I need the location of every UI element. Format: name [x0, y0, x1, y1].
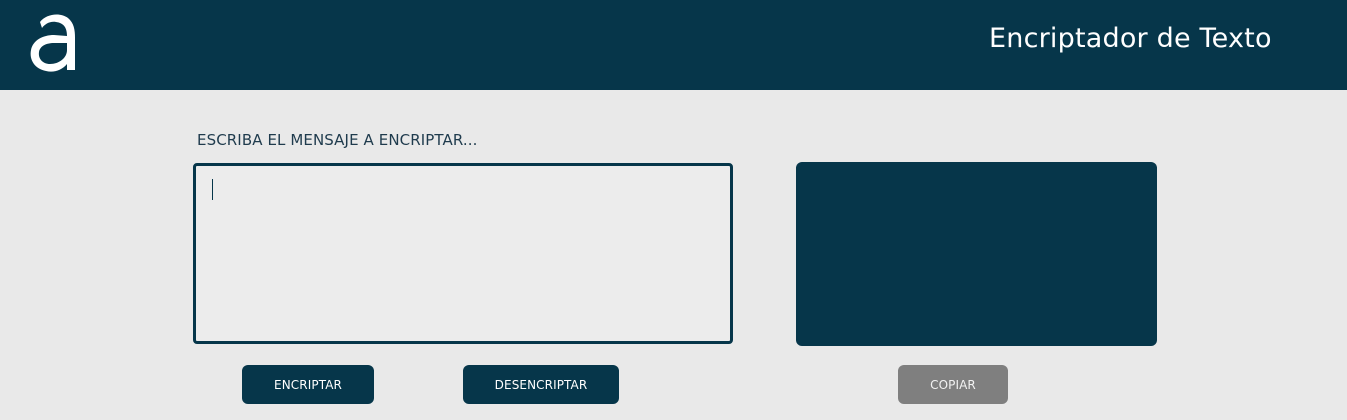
app-header: Encriptador de Texto	[0, 0, 1347, 90]
message-input[interactable]	[196, 166, 730, 341]
result-output-panel	[796, 162, 1157, 346]
app-title: Encriptador de Texto	[989, 23, 1272, 54]
decrypt-button[interactable]: DESENCRIPTAR	[463, 365, 619, 404]
message-input-box[interactable]	[193, 163, 733, 344]
input-prompt-label: ESCRIBA EL MENSAJE A ENCRIPTAR...	[197, 131, 478, 149]
text-caret	[212, 179, 213, 200]
copy-button[interactable]: COPIAR	[898, 365, 1008, 404]
encrypt-button[interactable]: ENCRIPTAR	[242, 365, 374, 404]
letter-a-logo-icon	[30, 14, 75, 72]
